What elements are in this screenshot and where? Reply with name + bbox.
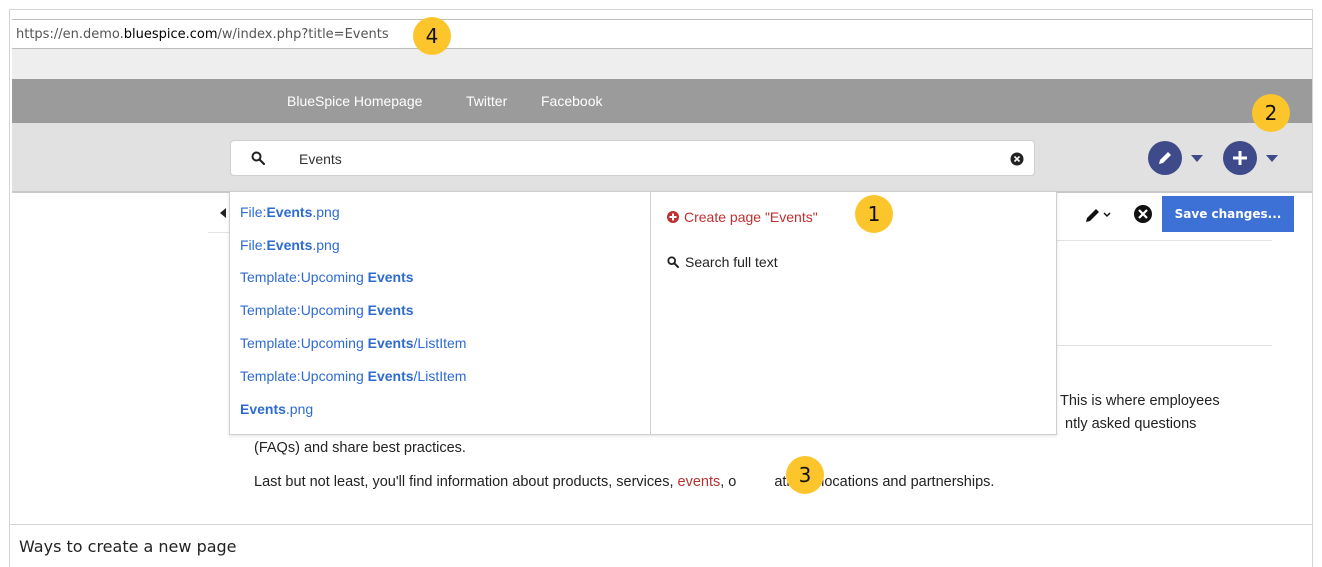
edit-menu-button[interactable] [1148,141,1182,175]
suggestion-text: File: [240,204,267,220]
divider [1057,240,1272,241]
suggestion-text: Template:Upcoming [240,335,368,351]
suggestion-item[interactable]: File:Events.png [240,237,340,253]
suggestion-item[interactable]: Template:Upcoming Events/ListItem [240,368,466,384]
suggestion-text: .png [285,401,314,417]
callout-badge-4: 4 [413,17,451,55]
screenshot-frame: https://en.demo.bluespice.com/w/index.ph… [9,9,1313,525]
divider [1057,345,1272,346]
suggestion-text: Template:Upcoming [240,269,368,285]
cancel-edit-button[interactable] [1122,196,1162,232]
edit-menu-caret-icon[interactable] [1191,155,1203,162]
content-text-fragment: ntly asked questions [1065,416,1197,432]
suggestion-match: Events [266,204,313,220]
nav-link-homepage[interactable]: BlueSpice Homepage [287,79,422,123]
suggestion-item[interactable]: Template:Upcoming Events [240,302,414,318]
figure-caption: Ways to create a new page [9,525,1313,567]
save-changes-button[interactable]: Save changes... [1162,196,1294,232]
header-bar [12,123,1312,193]
top-navigation: BlueSpice Homepage Twitter Facebook [12,79,1312,123]
clear-search-icon[interactable] [1010,152,1024,166]
callout-badge-1: 1 [855,195,893,233]
suggestion-item[interactable]: File:Events.png [240,204,340,220]
nav-link-twitter[interactable]: Twitter [466,79,507,123]
content-text: ations, locations and partnerships. [774,474,995,490]
url-domain: bluespice.com [123,27,218,42]
suggestion-match: Events [266,237,313,253]
pencil-icon [1159,152,1171,164]
search-icon [667,256,679,268]
content-paragraph: (FAQs) and share best practices. [254,440,466,456]
plus-icon [1233,151,1247,165]
search-full-text-link[interactable]: Search full text [667,254,778,270]
suggestion-match: Events [367,335,414,351]
search-suggestions: File:Events.png File:Events.png Template… [229,191,1057,435]
content-text-fragment: This is where employees [1060,393,1220,409]
pencil-chevron-icon [1086,209,1111,222]
events-link[interactable]: events [678,474,721,490]
create-page-label: Create page "Events" [684,209,818,225]
plus-circle-icon [667,211,679,223]
suggestion-text: /ListItem [413,368,467,384]
callout-badge-3: 3 [786,456,824,494]
suggestion-text: Template:Upcoming [240,368,368,384]
close-icon [1134,205,1152,223]
address-bar[interactable]: https://en.demo.bluespice.com/w/index.ph… [12,19,1312,49]
suggestion-text: /ListItem [413,335,467,351]
search-box[interactable] [230,140,1035,176]
suggestion-text: File: [240,237,267,253]
back-arrow-icon[interactable] [220,208,226,218]
suggestion-item[interactable]: Events.png [240,401,313,417]
suggestion-item[interactable]: Template:Upcoming Events/ListItem [240,335,466,351]
suggestion-item[interactable]: Template:Upcoming Events [240,269,414,285]
suggestion-match: Events [240,401,286,417]
content-text: , o [720,474,737,490]
suggestion-list: File:Events.png File:Events.png Template… [230,192,651,434]
new-page-caret-icon[interactable] [1266,155,1278,162]
suggestion-text: .png [312,204,340,220]
suggestion-match: Events [367,368,414,384]
content-text: Last but not least, you'll find informat… [254,474,678,490]
callout-badge-2: 2 [1252,94,1290,132]
suggestion-match: Events [367,302,414,318]
content-paragraph: Last but not least, you'll find informat… [254,474,994,490]
url-suffix: /w/index.php?title=Events [217,27,389,42]
suggestion-match: Events [367,269,414,285]
create-page-link[interactable]: Create page "Events" [667,209,818,225]
suggestion-text: Template:Upcoming [240,302,368,318]
search-input[interactable] [299,148,979,170]
toolbar-gap [12,49,1312,79]
search-full-text-label: Search full text [685,254,778,270]
search-icon [251,151,265,165]
url-prefix: https://en.demo. [16,27,124,42]
new-page-button[interactable] [1223,141,1257,175]
nav-link-facebook[interactable]: Facebook [541,79,602,123]
suggestion-text: .png [312,237,340,253]
edit-mode-dropdown[interactable] [1074,196,1122,232]
